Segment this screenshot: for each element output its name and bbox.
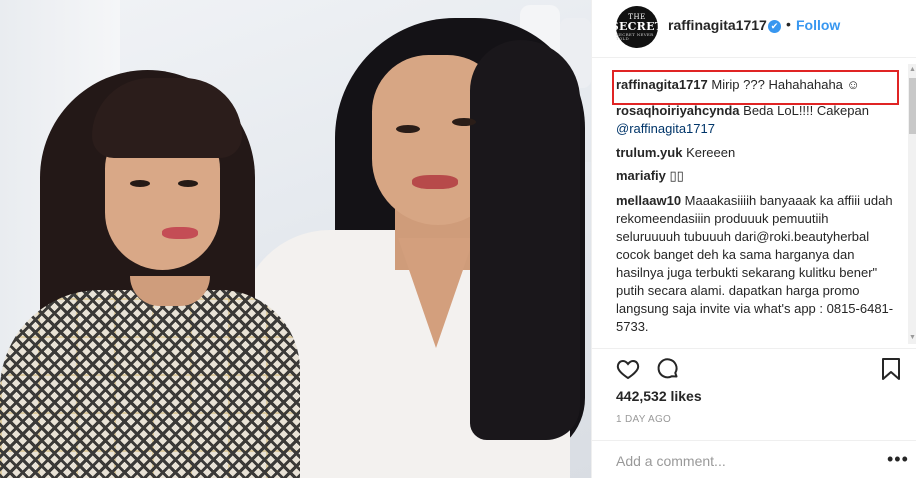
comment-item: mariafiy ▯▯: [616, 167, 896, 185]
verified-badge-icon: ✔: [768, 20, 781, 33]
avatar-text-bottom: SECRET NEVER TOLD: [616, 31, 654, 41]
comment-item: mellaaw10 Maaakasiiiih banyaaak ka affii…: [616, 192, 896, 336]
comments-scrollbar[interactable]: ▲ ▼: [908, 64, 916, 344]
scroll-up-arrow-icon[interactable]: ▲: [908, 64, 916, 76]
post-photo[interactable]: [0, 0, 591, 478]
comment-icon[interactable]: [656, 357, 680, 381]
comment-input[interactable]: [616, 451, 866, 471]
comments-list[interactable]: raffinagita1717 Mirip ??? Hahahahaha ☺ r…: [592, 58, 916, 348]
comment-username-link[interactable]: mellaaw10: [616, 193, 681, 208]
highlight-box: [612, 70, 899, 105]
scrollbar-thumb[interactable]: [909, 78, 916, 134]
photo-woman-right-eye: [396, 125, 420, 133]
comment-item: rosaqhoiriyahcynda Beda LoL!!!! Cakepan …: [616, 102, 896, 138]
photo-woman-left-lips: [162, 227, 198, 239]
comment-text: Kereeen: [682, 145, 736, 160]
header-username-link[interactable]: raffinagita1717: [668, 17, 767, 33]
photo-woman-right-lips: [412, 175, 458, 189]
post-side-panel: THE SECRET SECRET NEVER TOLD raffinagita…: [591, 0, 916, 478]
scroll-down-arrow-icon[interactable]: ▼: [908, 332, 916, 344]
photo-woman-right-vneck: [398, 238, 474, 348]
bookmark-icon[interactable]: [880, 357, 902, 381]
comment-item: trulum.yuk Kereeen: [616, 144, 896, 162]
add-comment-bar: •••: [592, 440, 916, 478]
photo-woman-left-bangs: [92, 78, 242, 158]
avatar-text-main: SECRET: [610, 19, 664, 33]
separator-dot: •: [786, 16, 791, 32]
heart-icon[interactable]: [616, 357, 640, 381]
comment-mention-link[interactable]: @raffinagita1717: [616, 121, 715, 136]
avatar[interactable]: THE SECRET SECRET NEVER TOLD: [611, 6, 663, 48]
post-timestamp[interactable]: 1 DAY AGO: [616, 414, 671, 425]
comment-username-link[interactable]: mariafiy: [616, 168, 666, 183]
follow-button[interactable]: Follow: [796, 17, 840, 33]
comment-text: Beda LoL!!!! Cakepan: [739, 103, 869, 118]
photo-woman-right-eye: [452, 118, 476, 126]
action-bar: [592, 348, 916, 388]
photo-woman-left-eye: [130, 180, 150, 187]
photo-woman-right-hair-front: [470, 40, 580, 440]
photo-woman-left-eye: [178, 180, 198, 187]
comment-username-link[interactable]: trulum.yuk: [616, 145, 682, 160]
more-options-icon[interactable]: •••: [887, 449, 909, 470]
likes-count[interactable]: 442,532 likes: [616, 388, 702, 404]
photo-woman-left-shirt: [0, 290, 300, 478]
comment-text: ▯▯: [665, 168, 684, 183]
comment-text: Maaakasiiiih banyaaak ka affiii udah rek…: [616, 193, 894, 334]
comment-username-link[interactable]: rosaqhoiriyahcynda: [616, 103, 740, 118]
post-header: THE SECRET SECRET NEVER TOLD raffinagita…: [592, 0, 916, 58]
